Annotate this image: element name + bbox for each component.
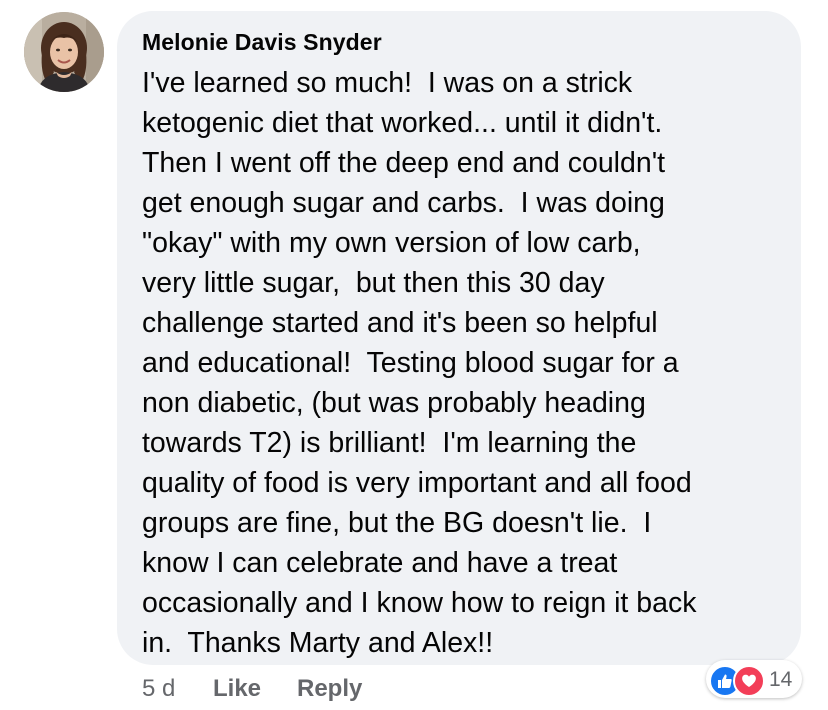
author-name[interactable]: Melonie Davis Snyder xyxy=(142,29,382,56)
comment-line: quality of food is very important and al… xyxy=(142,467,692,499)
comment-line: occasionally and I know how to reign it … xyxy=(142,587,697,619)
comment-line: non diabetic, (but was probably heading xyxy=(142,387,646,419)
profile-photo xyxy=(24,12,104,92)
comment-line: groups are fine, but the BG doesn't lie.… xyxy=(142,507,652,539)
comment-line: in. Thanks Marty and Alex!! xyxy=(142,627,494,659)
comment-line: ketogenic diet that worked... until it d… xyxy=(142,107,663,139)
reply-button[interactable]: Reply xyxy=(297,675,362,703)
comment-line: challenge started and it's been so helpf… xyxy=(142,307,658,339)
reaction-summary[interactable]: 14 xyxy=(706,660,802,698)
comment-line: towards T2) is brilliant! I'm learning t… xyxy=(142,427,637,459)
avatar[interactable] xyxy=(24,12,104,92)
comment-line: get enough sugar and carbs. I was doing xyxy=(142,187,665,219)
comment-line: I've learned so much! I was on a strick xyxy=(142,67,633,99)
timestamp[interactable]: 5 d xyxy=(142,675,175,703)
reaction-count: 14 xyxy=(769,668,793,691)
heart-icon xyxy=(733,665,765,697)
like-button[interactable]: Like xyxy=(213,675,261,703)
comment-line: and educational! Testing blood sugar for… xyxy=(142,347,679,379)
comment-line: know I can celebrate and have a treat xyxy=(142,547,618,579)
comment-text: I've learned so much! I was on a strick … xyxy=(142,63,792,663)
comment-line: "okay" with my own version of low carb, xyxy=(142,227,641,259)
comment-line: Then I went off the deep end and couldn'… xyxy=(142,147,666,179)
comment-line: very little sugar, but then this 30 day xyxy=(142,267,605,299)
